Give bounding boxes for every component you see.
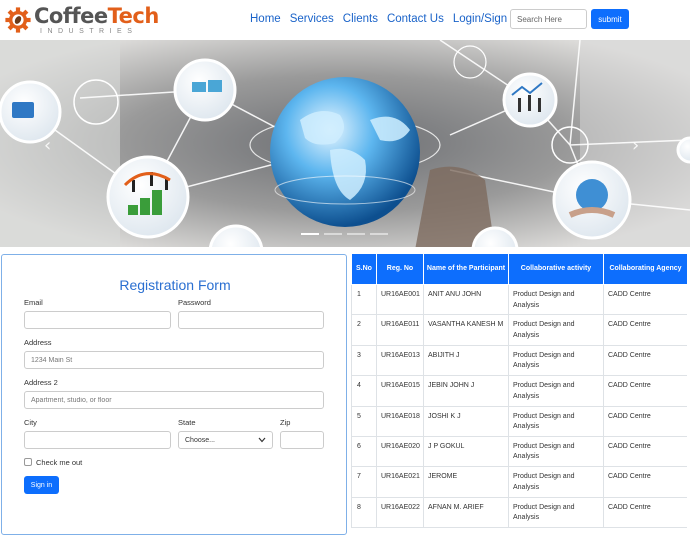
carousel-prev-icon[interactable]: ‹: [44, 135, 51, 156]
checkbox-label: Check me out: [36, 458, 83, 467]
cell-activity: Product Design and Analysis: [508, 435, 604, 468]
cell-agency: CADD Centre: [603, 496, 687, 529]
password-label: Password: [178, 298, 211, 307]
state-select[interactable]: Choose...: [178, 431, 273, 449]
header-sno: S.No: [351, 253, 377, 285]
cell-activity: Product Design and Analysis: [508, 375, 604, 407]
carousel-indicators: [301, 233, 388, 235]
cell-name: J P GOKUL: [423, 435, 509, 468]
table-row: 1 UR16AE001 ANIT ANU JOHN Product Design…: [351, 283, 687, 316]
cell-name: ABIJITH J: [423, 344, 509, 377]
cell-name: ANIT ANU JOHN: [423, 283, 509, 316]
cell-sno: 4: [351, 375, 377, 407]
cell-activity: Product Design and Analysis: [508, 314, 604, 346]
cell-activity: Product Design and Analysis: [508, 283, 604, 316]
cell-sno: 6: [351, 435, 377, 468]
check-me-out-checkbox[interactable]: [24, 458, 32, 466]
cell-reg-no: UR16AE013: [376, 344, 424, 377]
email-field[interactable]: [24, 311, 171, 329]
sign-in-button[interactable]: Sign in: [24, 476, 59, 494]
cell-reg-no: UR16AE021: [376, 466, 424, 498]
password-field[interactable]: [178, 311, 324, 329]
table-row: 2 UR16AE011 VASANTHA KANESH M Product De…: [351, 314, 687, 346]
state-label: State: [178, 418, 196, 427]
cell-sno: 5: [351, 405, 377, 437]
address-field[interactable]: [24, 351, 324, 369]
cell-sno: 8: [351, 496, 377, 529]
nav-link-contact[interactable]: Contact Us: [387, 13, 444, 25]
participants-table: S.No Reg. No Name of the Participant Col…: [351, 253, 687, 529]
cell-sno: 1: [351, 283, 377, 316]
cell-agency: CADD Centre: [603, 405, 687, 437]
email-label: Email: [24, 298, 43, 307]
cell-agency: CADD Centre: [603, 466, 687, 498]
search-input[interactable]: [510, 9, 587, 29]
carousel-indicator[interactable]: [324, 233, 342, 235]
header-participant-name: Name of the Participant: [423, 253, 509, 285]
cell-agency: CADD Centre: [603, 435, 687, 468]
table-row: 7 UR16AE021 JEROME Product Design and An…: [351, 466, 687, 498]
hero-image: [0, 40, 690, 247]
address2-label: Address 2: [24, 378, 58, 387]
header-collaborative-activity: Collaborative activity: [508, 253, 604, 285]
header-collaborating-agency: Collaborating Agency: [603, 253, 687, 285]
registration-form: Registration Form Email Password Address…: [1, 254, 347, 535]
cell-activity: Product Design and Analysis: [508, 405, 604, 437]
participants-table-wrapper: S.No Reg. No Name of the Participant Col…: [351, 253, 687, 537]
nav-link-services[interactable]: Services: [290, 13, 334, 25]
cell-agency: CADD Centre: [603, 375, 687, 407]
cell-activity: Product Design and Analysis: [508, 344, 604, 377]
cell-sno: 2: [351, 314, 377, 346]
city-field[interactable]: [24, 431, 171, 449]
cell-reg-no: UR16AE001: [376, 283, 424, 316]
carousel-indicator[interactable]: [370, 233, 388, 235]
nav-menu: Home Services Clients Contact Us Login/S…: [250, 13, 525, 25]
cell-sno: 3: [351, 344, 377, 377]
carousel-indicator[interactable]: [347, 233, 365, 235]
cell-reg-no: UR16AE015: [376, 375, 424, 407]
cell-name: VASANTHA KANESH M: [423, 314, 509, 346]
table-header-row: S.No Reg. No Name of the Participant Col…: [351, 253, 687, 285]
cell-name: AFNAN M. ARIEF: [423, 496, 509, 529]
hero-carousel: ‹ ›: [0, 40, 690, 247]
submit-button[interactable]: submit: [591, 9, 629, 29]
cell-reg-no: UR16AE018: [376, 405, 424, 437]
chevron-down-icon: [258, 437, 266, 443]
cell-sno: 7: [351, 466, 377, 498]
header-reg-no: Reg. No: [376, 253, 424, 285]
form-title: Registration Form: [119, 277, 231, 293]
carousel-indicator[interactable]: [301, 233, 319, 235]
address2-field[interactable]: [24, 391, 324, 409]
table-row: 4 UR16AE015 JEBIN JOHN J Product Design …: [351, 375, 687, 407]
cell-activity: Product Design and Analysis: [508, 496, 604, 529]
cell-name: JOSHI K J: [423, 405, 509, 437]
cell-activity: Product Design and Analysis: [508, 466, 604, 498]
brand-logo[interactable]: CoffeeTech INDUSTRIES: [4, 3, 159, 37]
cell-reg-no: UR16AE020: [376, 435, 424, 468]
cell-agency: CADD Centre: [603, 283, 687, 316]
table-row: 5 UR16AE018 JOSHI K J Product Design and…: [351, 405, 687, 437]
table-row: 3 UR16AE013 ABIJITH J Product Design and…: [351, 344, 687, 377]
nav-link-home[interactable]: Home: [250, 13, 281, 25]
carousel-next-icon[interactable]: ›: [632, 135, 639, 156]
brand-name-part1: Coffee: [34, 3, 108, 28]
state-select-value: Choose...: [185, 436, 215, 444]
cell-agency: CADD Centre: [603, 344, 687, 377]
navbar: CoffeeTech INDUSTRIES Home Services Clie…: [0, 0, 690, 40]
brand-tagline: INDUSTRIES: [40, 27, 138, 35]
zip-field[interactable]: [280, 431, 324, 449]
cell-reg-no: UR16AE011: [376, 314, 424, 346]
brand-name-part2: Tech: [107, 3, 160, 28]
gear-logo-icon: [5, 7, 31, 33]
table-row: 6 UR16AE020 J P GOKUL Product Design and…: [351, 435, 687, 468]
city-label: City: [24, 418, 37, 427]
table-row: 8 UR16AE022 AFNAN M. ARIEF Product Desig…: [351, 496, 687, 529]
cell-name: JEROME: [423, 466, 509, 498]
cell-agency: CADD Centre: [603, 314, 687, 346]
cell-reg-no: UR16AE022: [376, 496, 424, 529]
address-label: Address: [24, 338, 52, 347]
cell-name: JEBIN JOHN J: [423, 375, 509, 407]
nav-link-clients[interactable]: Clients: [343, 13, 378, 25]
zip-label: Zip: [280, 418, 291, 427]
